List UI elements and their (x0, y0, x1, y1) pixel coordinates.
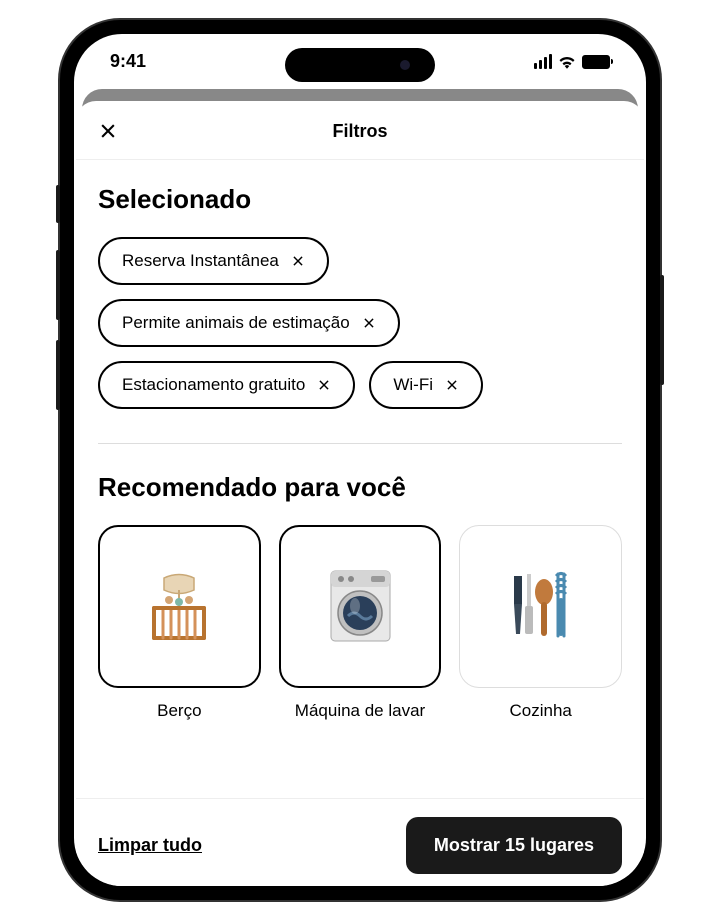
recommended-tile (98, 525, 261, 688)
phone-screen: 9:41 Filtros Selecionado (74, 34, 646, 886)
phone-frame: 9:41 Filtros Selecionado (60, 20, 660, 900)
filter-chip-wifi[interactable]: Wi-Fi (369, 361, 483, 409)
battery-icon (582, 55, 610, 69)
divider (98, 443, 622, 444)
filter-chip-instant-book[interactable]: Reserva Instantânea (98, 237, 329, 285)
filter-chip-pets-allowed[interactable]: Permite animais de estimação (98, 299, 400, 347)
clear-all-button[interactable]: Limpar tudo (98, 835, 202, 856)
camera-icon (400, 60, 410, 70)
recommended-grid: Berço (98, 525, 622, 722)
show-results-button[interactable]: Mostrar 15 lugares (406, 817, 622, 874)
wifi-icon (558, 55, 576, 69)
recommended-item-kitchen[interactable]: Cozinha (459, 525, 622, 722)
dynamic-island (285, 48, 435, 82)
kitchen-icon (506, 566, 576, 646)
recommended-item-washer[interactable]: Máquina de lavar (279, 525, 442, 722)
remove-chip-icon[interactable] (445, 378, 459, 392)
chip-label: Estacionamento gratuito (122, 375, 305, 395)
phone-button-power (660, 275, 664, 385)
signal-icon (534, 54, 552, 69)
recommended-label: Máquina de lavar (295, 700, 425, 722)
selected-chips: Reserva Instantânea Permite animais de e… (98, 237, 622, 409)
selected-section-title: Selecionado (98, 184, 622, 215)
remove-chip-icon[interactable] (362, 316, 376, 330)
chip-label: Permite animais de estimação (122, 313, 350, 333)
recommended-section-title: Recomendado para você (98, 472, 622, 503)
recommended-label: Cozinha (509, 700, 571, 722)
sheet-header: Filtros (76, 101, 644, 160)
sheet-footer: Limpar tudo Mostrar 15 lugares (76, 798, 644, 886)
phone-button-volume-down (56, 340, 60, 410)
chip-label: Reserva Instantânea (122, 251, 279, 271)
crib-icon (139, 566, 219, 646)
recommended-tile (279, 525, 442, 688)
status-time: 9:41 (110, 51, 146, 72)
phone-button-volume-up (56, 250, 60, 320)
recommended-item-crib[interactable]: Berço (98, 525, 261, 722)
chip-label: Wi-Fi (393, 375, 433, 395)
status-indicators (534, 54, 610, 69)
close-icon[interactable] (98, 121, 118, 141)
remove-chip-icon[interactable] (291, 254, 305, 268)
washer-icon (323, 566, 398, 646)
sheet-content: Selecionado Reserva Instantânea Permite … (76, 160, 644, 798)
phone-button-silent (56, 185, 60, 223)
sheet-title: Filtros (332, 121, 387, 142)
filter-chip-free-parking[interactable]: Estacionamento gratuito (98, 361, 355, 409)
recommended-label: Berço (157, 700, 201, 722)
filters-sheet: Filtros Selecionado Reserva Instantânea … (76, 101, 644, 886)
recommended-tile (459, 525, 622, 688)
remove-chip-icon[interactable] (317, 378, 331, 392)
